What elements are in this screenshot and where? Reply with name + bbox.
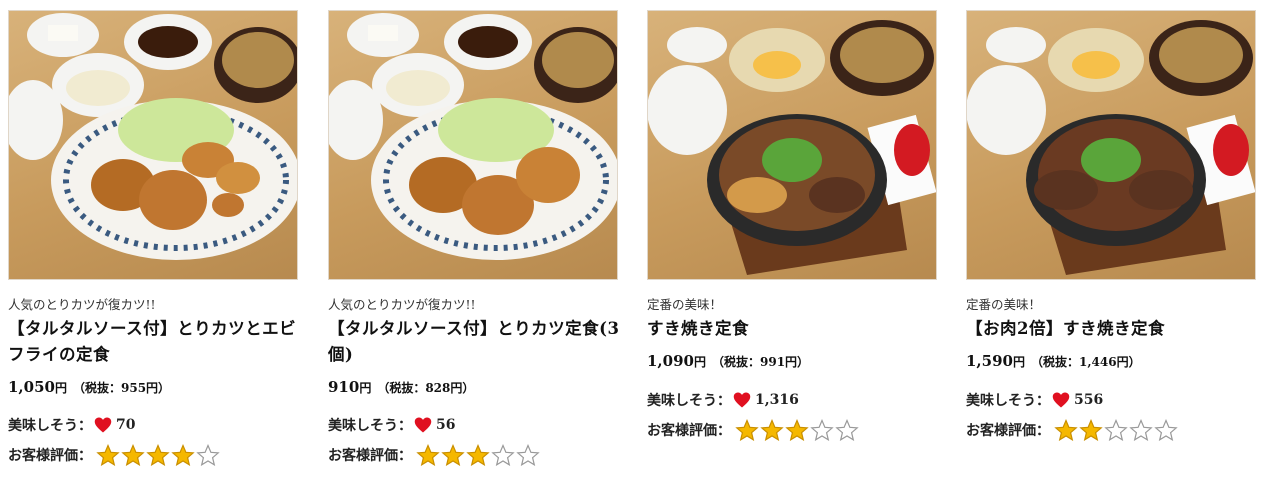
- rating-label: お客様評価：: [966, 423, 1050, 439]
- star-empty-icon: [810, 419, 834, 441]
- product-photo-sukiyaki-double-meat[interactable]: [966, 10, 1256, 280]
- product-title[interactable]: 【タルタルソース付】とりカツとエビフライの定食: [8, 316, 304, 368]
- price-value: 910: [328, 378, 360, 396]
- price-tax-note: （税抜：1,446円）: [1031, 355, 1141, 369]
- star-filled-icon: [121, 444, 145, 466]
- product-photo-sukiyaki[interactable]: [647, 10, 937, 280]
- likes-label: 美味しそう：: [8, 418, 92, 434]
- product-tagline: 人気のとりカツが復カツ!!: [328, 297, 476, 312]
- likes-count: 70: [116, 417, 136, 433]
- product-title[interactable]: 【お肉2倍】すき焼き定食: [966, 316, 1262, 342]
- likes-row: 美味しそう： 56: [328, 415, 455, 435]
- heart-icon[interactable]: [1052, 391, 1070, 409]
- likes-label: 美味しそう：: [647, 393, 731, 409]
- star-filled-icon: [735, 419, 759, 441]
- price-tax-note: （税抜：955円）: [73, 381, 171, 395]
- product-card[interactable]: 定番の美味！ すき焼き定食 1,090円 （税抜：991円） 美味しそう： 1,3…: [647, 10, 937, 441]
- star-filled-icon: [466, 444, 490, 466]
- meal-illustration: [647, 20, 937, 275]
- product-tagline: 定番の美味！: [966, 297, 1042, 312]
- star-filled-icon: [1079, 419, 1103, 441]
- likes-row: 美味しそう： 556: [966, 390, 1103, 410]
- likes-count: 1,316: [755, 392, 799, 408]
- meal-illustration: [328, 13, 618, 260]
- heart-icon[interactable]: [414, 416, 432, 434]
- price-tax-note: （税抜：828円）: [377, 381, 475, 395]
- product-price: 910円 （税抜：828円）: [328, 378, 474, 396]
- star-empty-icon: [196, 444, 220, 466]
- rating-row: お客様評価：: [647, 419, 860, 441]
- star-empty-icon: [835, 419, 859, 441]
- price-unit: 円: [359, 381, 372, 395]
- product-price: 1,050円 （税抜：955円）: [8, 378, 170, 396]
- rating-label: お客様評価：: [8, 448, 92, 464]
- star-filled-icon: [760, 419, 784, 441]
- likes-row: 美味しそう： 1,316: [647, 390, 799, 410]
- star-filled-icon: [146, 444, 170, 466]
- rating-row: お客様評価：: [328, 444, 541, 466]
- product-tagline: 人気のとりカツが復カツ!!: [8, 297, 156, 312]
- star-filled-icon: [785, 419, 809, 441]
- heart-icon[interactable]: [94, 416, 112, 434]
- likes-count: 56: [436, 417, 456, 433]
- star-filled-icon: [96, 444, 120, 466]
- rating-label: お客様評価：: [328, 448, 412, 464]
- star-filled-icon: [416, 444, 440, 466]
- rating-row: お客様評価：: [966, 419, 1179, 441]
- product-tagline: 定番の美味！: [647, 297, 723, 312]
- likes-count: 556: [1074, 392, 1104, 408]
- rating-stars: [96, 444, 221, 466]
- star-filled-icon: [441, 444, 465, 466]
- meal-illustration: [966, 20, 1256, 275]
- product-price: 1,590円 （税抜：1,446円）: [966, 352, 1141, 370]
- likes-label: 美味しそう：: [328, 418, 412, 434]
- price-value: 1,590: [966, 352, 1013, 370]
- rating-label: お客様評価：: [647, 423, 731, 439]
- likes-row: 美味しそう： 70: [8, 415, 135, 435]
- product-card[interactable]: 定番の美味！ 【お肉2倍】すき焼き定食 1,590円 （税抜：1,446円） 美味…: [966, 10, 1256, 441]
- product-photo-tori-katsu-3[interactable]: [328, 10, 618, 280]
- product-title[interactable]: 【タルタルソース付】とりカツ定食(3個): [328, 316, 624, 368]
- product-card[interactable]: 人気のとりカツが復カツ!! 【タルタルソース付】とりカツとエビフライの定食 1,…: [8, 10, 298, 466]
- rating-row: お客様評価：: [8, 444, 221, 466]
- rating-stars: [1054, 419, 1179, 441]
- product-title[interactable]: すき焼き定食: [647, 316, 943, 342]
- heart-icon[interactable]: [733, 391, 751, 409]
- product-photo-tori-katsu-ebi-fry[interactable]: [8, 10, 298, 280]
- star-empty-icon: [1129, 419, 1153, 441]
- rating-stars: [735, 419, 860, 441]
- rating-stars: [416, 444, 541, 466]
- star-empty-icon: [491, 444, 515, 466]
- price-unit: 円: [693, 355, 706, 369]
- price-value: 1,090: [647, 352, 694, 370]
- product-card[interactable]: 人気のとりカツが復カツ!! 【タルタルソース付】とりカツ定食(3個) 910円（…: [328, 10, 619, 466]
- product-price: 1,090円 （税抜：991円）: [647, 352, 809, 370]
- likes-label: 美味しそう：: [966, 393, 1050, 409]
- star-filled-icon: [1054, 419, 1078, 441]
- price-unit: 円: [54, 381, 67, 395]
- price-unit: 円: [1012, 355, 1025, 369]
- price-tax-note: （税抜：991円）: [712, 355, 810, 369]
- price-value: 1,050: [8, 378, 55, 396]
- star-filled-icon: [171, 444, 195, 466]
- star-empty-icon: [1154, 419, 1178, 441]
- star-empty-icon: [1104, 419, 1128, 441]
- meal-illustration: [8, 13, 298, 260]
- star-empty-icon: [516, 444, 540, 466]
